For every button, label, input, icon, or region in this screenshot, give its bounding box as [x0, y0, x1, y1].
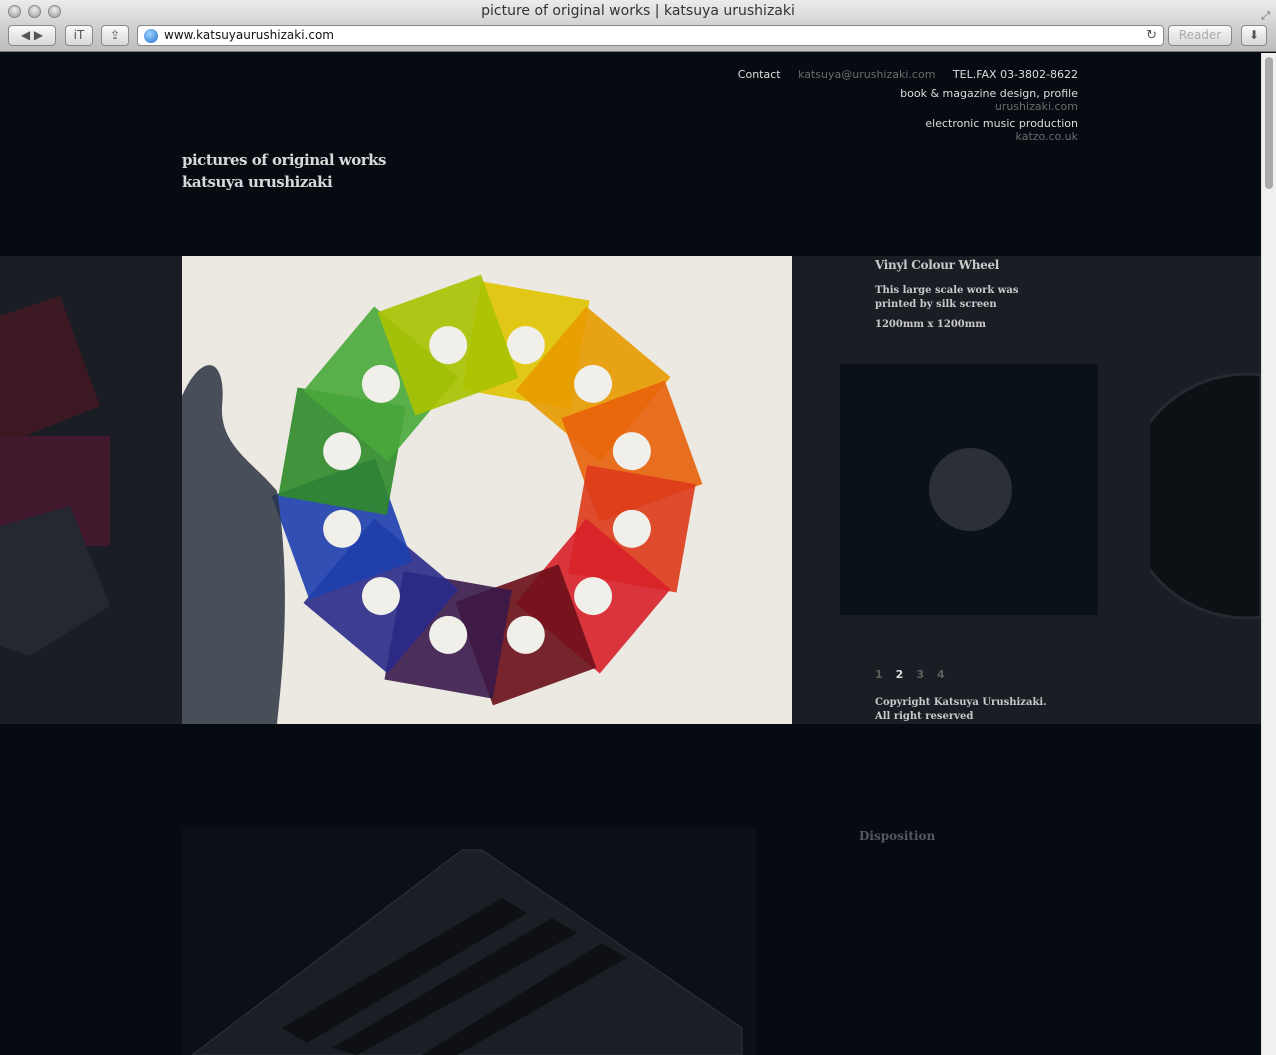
- sleeve-hole: [929, 448, 1012, 531]
- contact-block: Contact katsuya@urushizaki.com TEL.FAX 0…: [738, 68, 1078, 143]
- copyright: Copyright Katsuya Urushizaki. All right r…: [875, 696, 1047, 724]
- artwork-photo[interactable]: [182, 256, 792, 724]
- back-forward-button[interactable]: ◀ ▶: [8, 25, 56, 46]
- page-2[interactable]: 2: [896, 668, 904, 681]
- work-size: 1200mm x 1200mm: [875, 319, 986, 330]
- window-titlebar: picture of original works | katsuya urus…: [0, 0, 1276, 24]
- site-title-line1: pictures of original works: [182, 151, 386, 169]
- contact-label: Contact: [737, 68, 781, 81]
- reader-button[interactable]: Reader: [1168, 25, 1232, 46]
- page-4[interactable]: 4: [937, 668, 945, 681]
- site-title-line2: katsuya urushizaki: [182, 173, 333, 191]
- scrollbar-thumb[interactable]: [1265, 57, 1273, 189]
- topsites-button[interactable]: iT: [65, 25, 93, 46]
- close-button[interactable]: [8, 5, 21, 18]
- design-link[interactable]: urushizaki.com: [738, 100, 1078, 113]
- work-description: This large scale work was printed by sil…: [875, 285, 1019, 310]
- site-title[interactable]: pictures of original works katsuya urushi…: [182, 149, 386, 193]
- design-label: book & magazine design, profile: [900, 87, 1078, 100]
- globe-icon: [144, 29, 158, 43]
- minimize-button[interactable]: [28, 5, 41, 18]
- colour-wheel-image: [182, 274, 703, 724]
- copyright-line1: Copyright Katsuya Urushizaki.: [875, 697, 1047, 708]
- browser-toolbar: ◀ ▶ iT ⇪ www.katsuyaurushizaki.com ↻ Read…: [0, 24, 1276, 52]
- page-3[interactable]: 3: [916, 668, 924, 681]
- share-icon[interactable]: ⇪: [101, 25, 129, 46]
- window-title: picture of original works | katsuya urus…: [481, 3, 795, 19]
- music-link[interactable]: katzo.co.uk: [738, 130, 1078, 143]
- page: Contact katsuya@urushizaki.com TEL.FAX 0…: [0, 53, 1261, 1055]
- person-silhouette: [182, 365, 285, 724]
- previous-photo-preview[interactable]: [0, 256, 182, 724]
- reload-icon[interactable]: ↻: [1146, 26, 1157, 45]
- vinyl-record-image: [1150, 372, 1261, 620]
- scrollbar[interactable]: [1261, 53, 1276, 1055]
- window-controls[interactable]: [8, 5, 61, 18]
- work-title: Vinyl Colour Wheel: [875, 258, 1000, 272]
- next-work-photo[interactable]: [182, 828, 756, 1055]
- pagination: 1 2 3 4: [875, 668, 945, 681]
- page-1[interactable]: 1: [875, 668, 883, 681]
- work-info: Vinyl Colour Wheel This large scale work…: [875, 256, 1050, 330]
- tel-fax: TEL.FAX 03-3802-8622: [952, 68, 1078, 81]
- copyright-line2: All right reserved: [875, 711, 974, 722]
- next-work-title[interactable]: Disposition: [859, 829, 935, 843]
- next-photo-sleeve[interactable]: [840, 364, 1098, 615]
- url-text: www.katsuyaurushizaki.com: [164, 28, 334, 42]
- email-link[interactable]: katsuya@urushizaki.com: [798, 68, 935, 81]
- music-label: electronic music production: [925, 117, 1078, 130]
- downloads-icon[interactable]: ⬇: [1241, 25, 1267, 46]
- address-bar[interactable]: www.katsuyaurushizaki.com ↻: [137, 25, 1164, 46]
- zoom-button[interactable]: [48, 5, 61, 18]
